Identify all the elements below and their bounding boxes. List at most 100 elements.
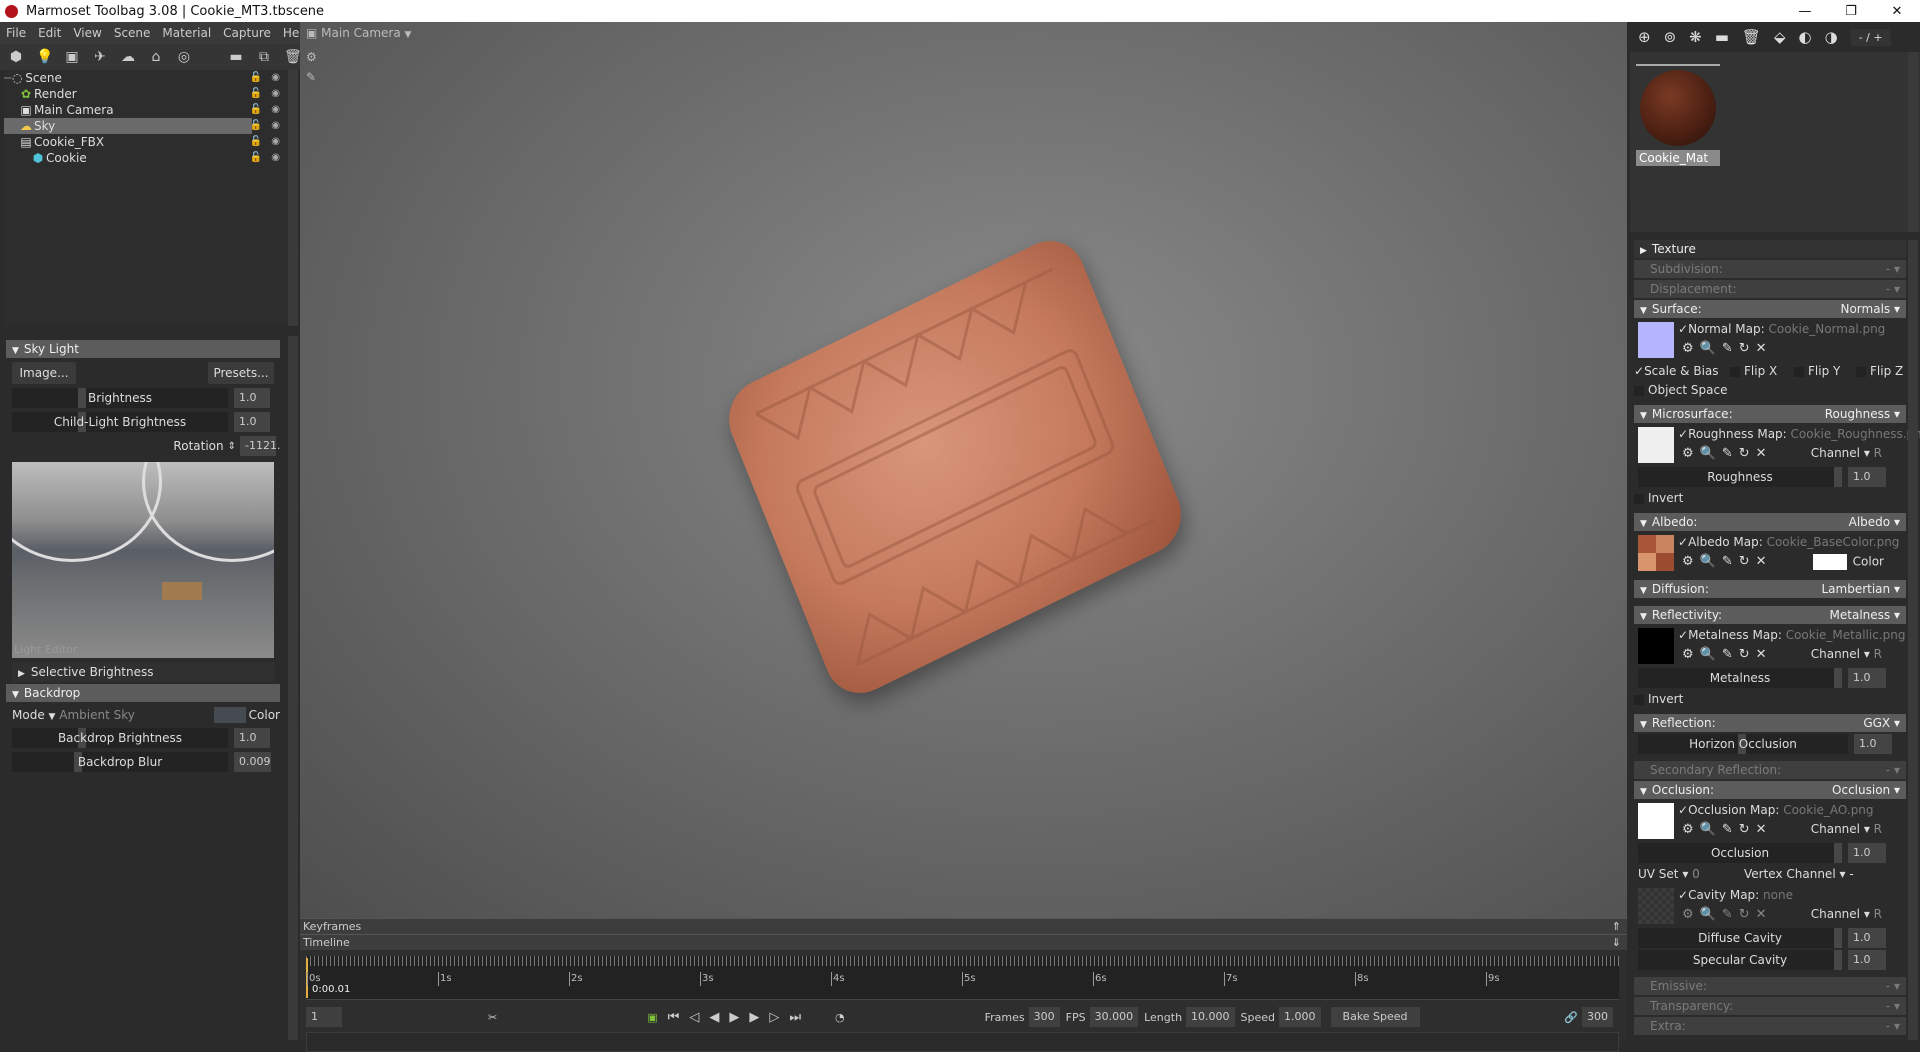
child-light-brightness-slider[interactable]: Child-Light Brightness [12,412,228,432]
eye-icon[interactable]: ◉ [271,86,280,102]
rotation-spinner-icon[interactable]: ⇕ [228,441,236,452]
roughness-value[interactable]: 1.0 [1848,467,1886,487]
tree-item-cookie-fbx[interactable]: ▤ Cookie_FBX 🔓 ◉ [4,134,288,150]
maximize-button[interactable]: ❐ [1828,4,1874,19]
roughness-slider[interactable]: Roughness [1638,467,1842,487]
mode-dropdown-icon[interactable]: ▼ [49,712,56,722]
surface-section[interactable]: ▼ Surface: Normals ▾ [1634,300,1906,318]
selective-brightness-toggle[interactable]: ▶ Selective Brightness [12,662,274,682]
lock-icon[interactable]: 🔓 [250,70,262,86]
add-camera-icon[interactable]: ▣ [64,49,80,65]
metalness-invert-checkbox[interactable]: Invert [1634,690,1906,709]
map-action-icons[interactable]: ⚙🔍✎↻✕ [1682,554,1773,569]
displacement-section[interactable]: Displacement: - ▾ [1634,280,1906,298]
menu-file[interactable]: File [0,26,32,40]
uv-set-dropdown[interactable]: UV Set ▾ 0 [1638,867,1700,881]
roughness-invert-checkbox[interactable]: Invert [1634,489,1906,508]
albedo-section[interactable]: ▼ Albedo: Albedo ▾ [1634,513,1906,531]
material-page[interactable]: - / + [1850,28,1891,46]
add-light-icon[interactable]: 💡 [36,49,53,65]
duplicate-icon[interactable]: ⧉ [256,49,272,65]
new-material-icon[interactable]: ⊕ [1638,28,1651,46]
lock-icon[interactable]: 🔓 [250,118,262,134]
menu-edit[interactable]: Edit [32,26,67,40]
add-fog-icon[interactable]: ☁ [120,49,136,65]
channel-dropdown[interactable]: Channel ▾ R [1811,822,1882,836]
vertex-channel-dropdown[interactable]: Vertex Channel ▾ - [1744,865,1854,884]
channel-dropdown[interactable]: Channel ▾ R [1811,647,1882,661]
viewport-pick-icon[interactable]: ✎ [306,70,316,84]
occlusion-slider[interactable]: Occlusion [1638,843,1842,863]
lock-icon[interactable]: 🔓 [250,86,262,102]
flip-y-checkbox[interactable]: Flip Y [1794,362,1840,381]
close-button[interactable]: ✕ [1874,4,1920,19]
albedo-color-swatch[interactable] [1812,554,1847,570]
backdrop-blur-slider[interactable]: Backdrop Blur [12,752,228,772]
lock-icon[interactable]: 🔓 [250,150,262,166]
metalness-map-swatch[interactable] [1638,628,1674,664]
occlusion-section[interactable]: ▼ Occlusion: Occlusion ▾ [1634,781,1906,799]
scissors-icon[interactable]: ✂ [488,1011,497,1024]
folder-icon[interactable]: ▬ [228,49,244,65]
menu-capture[interactable]: Capture [217,26,277,40]
diffuse-cavity-slider[interactable]: Diffuse Cavity [1638,928,1842,948]
keyframe-icon[interactable]: ▣ [647,1011,657,1024]
horizon-occlusion-value[interactable]: 1.0 [1854,734,1892,754]
add-audio-icon[interactable]: ◎ [176,49,192,65]
presets-button[interactable]: Presets... [208,362,274,384]
delete-icon[interactable]: 🗑 [1742,28,1761,46]
microsurface-section[interactable]: ▼ Microsurface: Roughness ▾ [1634,405,1906,423]
eye-icon[interactable]: ◉ [271,102,280,118]
map-action-icons[interactable]: ⚙🔍✎↻✕ [1682,822,1773,837]
metalness-slider[interactable]: Metalness [1638,668,1842,688]
properties-scrollbar[interactable] [1908,240,1918,1040]
normal-map-swatch[interactable] [1638,322,1674,358]
channel-dropdown[interactable]: Channel ▾ R [1811,907,1882,921]
specular-cavity-slider[interactable]: Specular Cavity [1638,950,1842,970]
tree-item-main-camera[interactable]: ▣ Main Camera 🔓 ◉ [4,102,288,118]
rotation-value[interactable]: -1121. [240,436,280,456]
collapse-icon[interactable]: ⇓ [1612,935,1621,950]
camera-selector[interactable]: ▣ Main Camera ▼ [300,22,411,44]
viewport-settings-icon[interactable]: ⚙ [306,50,317,64]
bake-speed-button[interactable]: Bake Speed [1330,1007,1420,1027]
end-frame-input[interactable]: 300 [1582,1007,1613,1027]
eye-icon[interactable]: ◉ [271,118,280,134]
export-icon[interactable]: ◑ [1825,28,1838,46]
secondary-reflection-section[interactable]: Secondary Reflection: - ▾ [1634,761,1906,779]
eye-icon[interactable]: ◉ [271,134,280,150]
backdrop-header[interactable]: ▼ Backdrop [6,684,280,702]
backdrop-blur-value[interactable]: 0.009 [234,752,271,772]
import-icon[interactable]: ◐ [1799,28,1812,46]
backdrop-brightness-slider[interactable]: Backdrop Brightness [12,728,228,748]
flip-x-checkbox[interactable]: Flip X [1730,362,1777,381]
brightness-slider[interactable]: Brightness [12,388,228,408]
texture-section[interactable]: ▶ Texture [1634,240,1906,258]
lock-icon[interactable]: 🔓 [250,134,262,150]
cavity-map-swatch[interactable] [1638,888,1674,924]
tree-item-cookie[interactable]: ⬢ Cookie 🔓 ◉ [4,150,288,166]
folder-icon[interactable]: ▬ [1715,28,1729,46]
object-space-checkbox[interactable]: Object Space [1634,381,1906,400]
metalness-value[interactable]: 1.0 [1848,668,1886,688]
length-input[interactable]: 10.000 [1186,1007,1235,1027]
add-shadow-catcher-icon[interactable]: ⌂ [148,49,164,65]
add-turntable-icon[interactable]: ✈ [92,49,108,65]
library-scrollbar[interactable] [1908,52,1918,232]
eye-icon[interactable]: ◉ [271,70,280,86]
mode-dropdown[interactable]: Ambient Sky [59,708,135,722]
tree-item-render[interactable]: ✿ Render 🔓 ◉ [4,86,288,102]
map-action-icons[interactable]: ⚙🔍✎↻✕ [1682,907,1773,922]
backdrop-brightness-value[interactable]: 1.0 [234,728,270,748]
roughness-map-swatch[interactable] [1638,427,1674,463]
horizon-occlusion-slider[interactable]: Horizon Occlusion [1638,734,1848,754]
expand-icon[interactable]: ⇑ [1612,919,1621,934]
diffusion-section[interactable]: ▼ Diffusion: Lambertian ▾ [1634,580,1906,598]
cookie-model[interactable] [717,228,1193,706]
extra-section[interactable]: Extra: - ▾ [1634,1017,1906,1035]
transport-buttons[interactable]: ⏮◁◀▶▶▷⏭ [668,1010,811,1025]
frames-input[interactable]: 300 [1028,1007,1060,1027]
frame-input[interactable]: 1 [306,1007,342,1027]
backdrop-color-swatch[interactable] [214,707,246,723]
occlusion-value[interactable]: 1.0 [1848,843,1886,863]
